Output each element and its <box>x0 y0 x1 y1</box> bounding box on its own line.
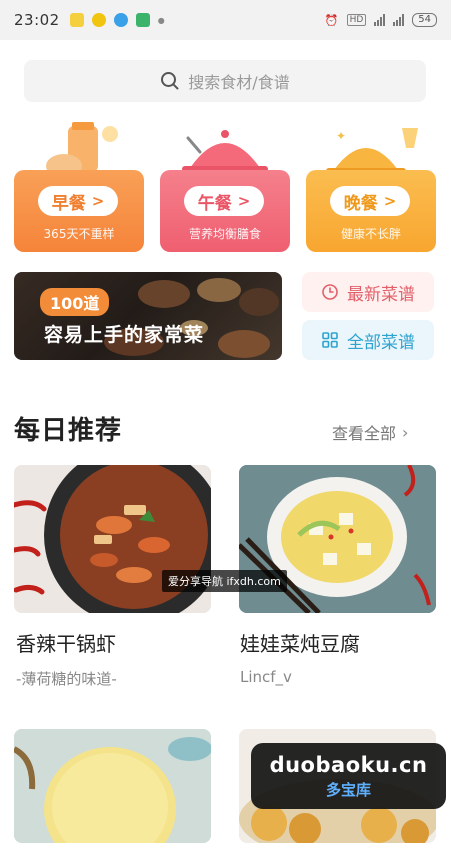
watermark-badge: duobaoku.cn 多宝库 <box>251 743 446 809</box>
view-all-label: 查看全部 <box>332 424 397 443</box>
more-notifications-dot-icon: ● <box>157 15 165 25</box>
recipe-author[interactable]: -薄荷糖的味道- <box>16 668 117 689</box>
qq-icon <box>113 13 128 27</box>
banner-badge: 100道 <box>40 288 110 316</box>
hd-icon: HD <box>346 14 367 26</box>
banner-title: 容易上手的家常菜 <box>44 324 205 346</box>
latest-recipes-button[interactable]: 最新菜谱 <box>302 272 434 312</box>
meal-pill: 早餐 > <box>38 186 118 216</box>
wechat-icon <box>91 13 106 27</box>
meal-subtitle: 365天不重样 <box>43 227 115 241</box>
svg-text:✦: ✦ <box>336 129 346 143</box>
meal-pill: 午餐 > <box>184 186 264 216</box>
recipe-card-image[interactable] <box>14 729 211 843</box>
watermark-domain: duobaoku.cn <box>269 753 428 777</box>
search-placeholder: 搜索食材/食谱 <box>188 73 290 92</box>
meal-pill: 晚餐 > <box>330 186 410 216</box>
meal-subtitle: 健康不长胖 <box>340 227 401 241</box>
meal-card-bg: 午餐 > 营养均衡膳食 <box>160 170 290 252</box>
battery-icon: 54 <box>412 13 437 27</box>
notification-app-icon <box>69 13 84 27</box>
recipe-author[interactable]: Lincf_v <box>240 668 292 686</box>
view-all-link[interactable]: 查看全部 › <box>332 420 408 444</box>
wechat-work-icon <box>135 13 150 27</box>
signal-icon <box>374 14 386 26</box>
chevron-right-icon: > <box>237 192 251 210</box>
search-bar[interactable]: 搜索食材/食谱 <box>24 60 426 102</box>
status-time: 23:02 <box>14 11 60 29</box>
meal-label: 午餐 <box>197 193 232 214</box>
status-bar: 23:02 ● ⏰ HD 54 <box>0 0 451 40</box>
watermark-name: 多宝库 <box>325 781 371 799</box>
meal-card-lunch[interactable]: 午餐 > 营养均衡膳食 <box>160 118 290 252</box>
meal-label: 早餐 <box>51 193 86 214</box>
meal-label: 晚餐 <box>343 193 378 214</box>
home-cooking-banner[interactable]: 100道 容易上手的家常菜 <box>14 272 282 360</box>
meal-card-dinner[interactable]: ✦ 晚餐 > 健康不长胖 <box>306 118 436 252</box>
meal-card-bg: 早餐 > 365天不重样 <box>14 170 144 252</box>
daily-recommend-title: 每日推荐 <box>14 416 123 446</box>
meal-card-breakfast[interactable]: 早餐 > 365天不重样 <box>14 118 144 252</box>
latest-recipes-label: 最新菜谱 <box>347 284 415 305</box>
recipe-title[interactable]: 香辣干锅虾 <box>16 628 116 657</box>
breakfast-illustration-icon <box>46 122 118 178</box>
signal-2-icon <box>393 14 405 26</box>
steamed-cake-photo <box>14 729 211 843</box>
chevron-right-icon: > <box>91 192 105 210</box>
all-recipes-button[interactable]: 全部菜谱 <box>302 320 434 360</box>
grid-icon <box>322 332 338 348</box>
alarm-icon: ⏰ <box>324 13 339 27</box>
recipe-title[interactable]: 娃娃菜炖豆腐 <box>240 628 360 657</box>
watermark-label: 爱分享导航 ifxdh.com <box>162 570 287 592</box>
meal-card-bg: 晚餐 > 健康不长胖 <box>306 170 436 252</box>
dinner-illustration-icon: ✦ <box>326 128 418 174</box>
meal-subtitle: 营养均衡膳食 <box>188 227 261 241</box>
search-icon <box>161 72 179 90</box>
chevron-right-icon: > <box>383 192 397 210</box>
clock-icon <box>322 284 338 300</box>
all-recipes-label: 全部菜谱 <box>347 332 415 353</box>
chevron-right-icon: › <box>402 422 409 442</box>
lunch-illustration-icon <box>182 130 268 172</box>
